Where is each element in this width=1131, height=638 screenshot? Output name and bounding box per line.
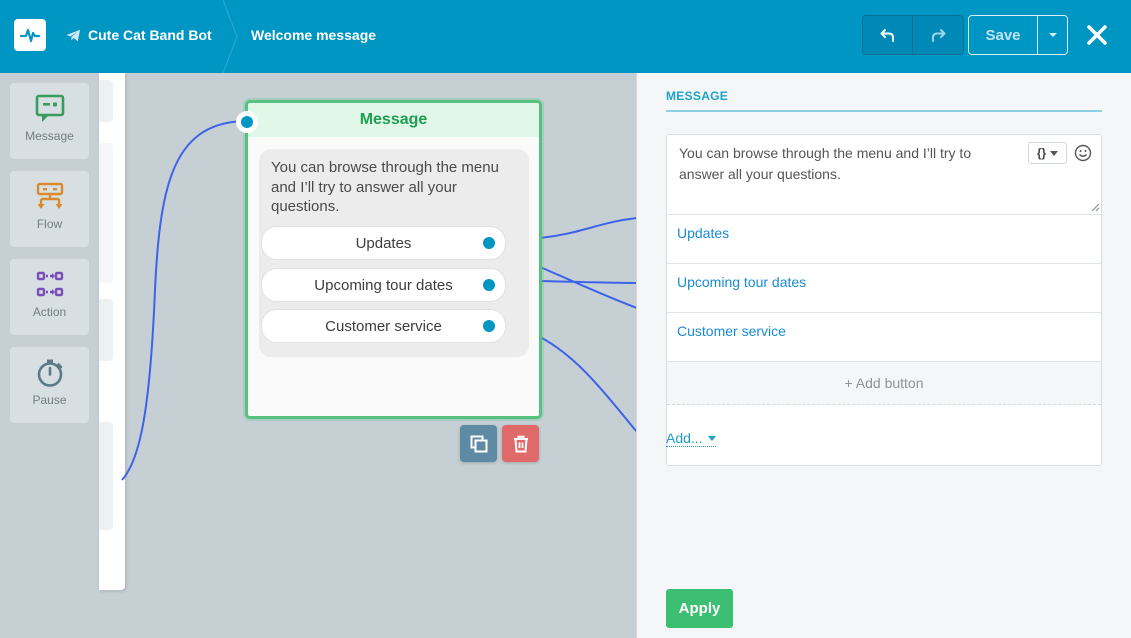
background-card <box>99 422 113 530</box>
pulse-logo-icon <box>19 28 41 43</box>
close-icon[interactable] <box>1085 23 1109 47</box>
node-output-port[interactable] <box>481 277 497 293</box>
undo-icon <box>880 29 894 42</box>
chevron-down-icon <box>1048 33 1057 37</box>
flow-icon <box>36 182 63 209</box>
incoming-connection <box>121 120 249 481</box>
node-button-updates[interactable]: Updates <box>261 226 506 260</box>
action-icon <box>36 271 63 297</box>
palette-item-flow[interactable]: Flow <box>10 171 89 247</box>
background-card <box>99 299 113 361</box>
undo-redo-group <box>862 15 964 55</box>
node-output-port[interactable] <box>481 318 497 334</box>
top-bar: Cute Cat Band Bot Welcome message Save <box>0 0 1131 73</box>
node-button-customer-service[interactable]: Customer service <box>261 309 506 343</box>
editor-button-label: Customer service <box>677 323 786 339</box>
node-title: Message <box>248 103 539 137</box>
connection-customer-service <box>539 336 638 433</box>
duplicate-node-button[interactable] <box>460 425 497 462</box>
panel-section-title: MESSAGE <box>666 89 729 103</box>
section-divider <box>666 110 1102 112</box>
node-message-text: You can browse through the menu and I’ll… <box>271 159 499 215</box>
redo-icon <box>932 29 946 42</box>
save-button[interactable]: Save <box>969 16 1038 54</box>
palette-item-pause[interactable]: Pause <box>10 347 89 423</box>
palette-label: Action <box>32 305 67 319</box>
insert-variable-button[interactable]: {} <box>1028 142 1067 164</box>
palette-label: Flow <box>36 217 63 231</box>
palette-item-action[interactable]: Action <box>10 259 89 335</box>
breadcrumb-bot[interactable]: Cute Cat Band Bot <box>66 26 212 44</box>
breadcrumb-separator <box>222 0 238 73</box>
editor-button-label: Updates <box>677 225 730 241</box>
node-input-port[interactable] <box>236 111 258 133</box>
chevron-down-icon <box>1050 150 1059 156</box>
add-more-dropdown[interactable]: Add... <box>666 430 716 447</box>
palette-label: Pause <box>32 393 67 407</box>
add-more-label: Add... <box>666 430 703 446</box>
editor-button-label: Upcoming tour dates <box>677 274 807 290</box>
message-icon <box>35 94 64 122</box>
message-editor: You can browse through the menu and I’ll… <box>666 134 1102 466</box>
page-title: Welcome message <box>251 27 377 43</box>
palette-item-message[interactable]: Message <box>10 83 89 159</box>
add-button[interactable]: + Add button <box>667 361 1101 405</box>
message-textarea[interactable]: You can browse through the menu and I’ll… <box>679 143 1019 184</box>
background-card <box>99 143 113 283</box>
copy-icon <box>470 435 487 452</box>
connection-crossing <box>539 266 638 309</box>
editor-button-customer-service[interactable]: Customer service <box>667 312 1101 361</box>
telegram-icon <box>66 29 80 41</box>
editor-button-updates[interactable]: Updates <box>667 214 1101 263</box>
chevron-down-icon <box>707 435 716 441</box>
node-button-upcoming-tour-dates[interactable]: Upcoming tour dates <box>261 268 506 302</box>
node-button-label: Customer service <box>325 317 442 335</box>
variable-braces-icon: {} <box>1036 146 1047 160</box>
save-group: Save <box>968 15 1068 55</box>
connection-upcoming-tour-dates <box>539 280 638 284</box>
delete-node-button[interactable] <box>502 425 539 462</box>
resize-handle-icon[interactable] <box>1091 203 1100 212</box>
apply-button[interactable]: Apply <box>666 589 733 628</box>
emoji-icon[interactable] <box>1074 144 1092 162</box>
redo-button[interactable] <box>913 16 963 54</box>
pause-stopwatch-icon <box>37 359 62 387</box>
editor-button-upcoming-tour-dates[interactable]: Upcoming tour dates <box>667 263 1101 312</box>
save-options-button[interactable] <box>1038 16 1067 54</box>
message-node[interactable]: Message You can browse through the menu … <box>236 100 542 419</box>
background-card <box>99 80 113 122</box>
bot-name: Cute Cat Band Bot <box>88 27 212 43</box>
trash-icon <box>513 435 528 452</box>
block-palette: Message Flow Action Pause <box>0 73 99 638</box>
connection-updates <box>539 217 638 239</box>
undo-button[interactable] <box>863 16 913 54</box>
node-button-label: Updates <box>355 234 412 252</box>
node-toolbar <box>460 425 539 462</box>
palette-label: Message <box>25 129 74 143</box>
node-output-port[interactable] <box>481 235 497 251</box>
message-editor-panel: MESSAGE You can browse through the menu … <box>636 73 1131 638</box>
background-panel <box>99 73 125 590</box>
app-logo[interactable] <box>14 19 46 51</box>
node-button-label: Upcoming tour dates <box>314 276 453 294</box>
